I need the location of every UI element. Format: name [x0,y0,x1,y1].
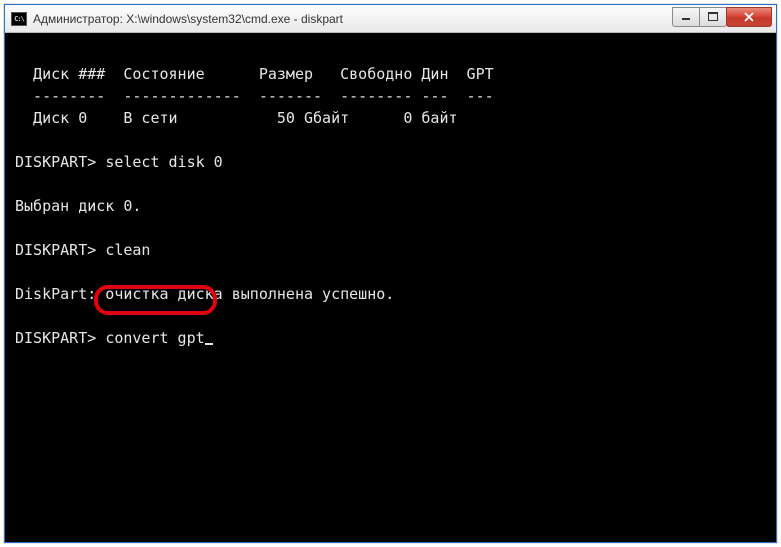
window-controls [673,7,776,27]
maximize-button[interactable] [699,7,727,27]
window-title: Администратор: X:\windows\system32\cmd.e… [33,12,673,26]
minimize-button[interactable] [672,7,700,27]
command-clean: clean [105,241,150,259]
table-divider: -------- ------------- ------- -------- … [15,87,494,105]
output-selected: Выбран диск 0. [15,197,141,215]
close-icon [743,12,755,22]
output-clean: DiskPart: очистка диска выполнена успешн… [15,285,394,303]
maximize-icon [708,12,718,21]
titlebar[interactable]: C:\ Администратор: X:\windows\system32\c… [5,5,776,33]
table-header: Диск ### Состояние Размер Свободно Дин G… [15,65,494,83]
prompt: DISKPART> [15,153,96,171]
prompt: DISKPART> [15,329,96,347]
cmd-window: C:\ Администратор: X:\windows\system32\c… [4,4,777,543]
cmd-icon: C:\ [11,12,27,26]
terminal-output[interactable]: Диск ### Состояние Размер Свободно Дин G… [5,33,776,542]
prompt: DISKPART> [15,241,96,259]
cursor [205,343,213,345]
command-select: select disk 0 [105,153,222,171]
minimize-icon [681,13,691,21]
command-convert: convert gpt [105,329,204,347]
close-button[interactable] [726,7,772,27]
table-row: Диск 0 В сети 50 Gбайт 0 байт [15,109,458,127]
